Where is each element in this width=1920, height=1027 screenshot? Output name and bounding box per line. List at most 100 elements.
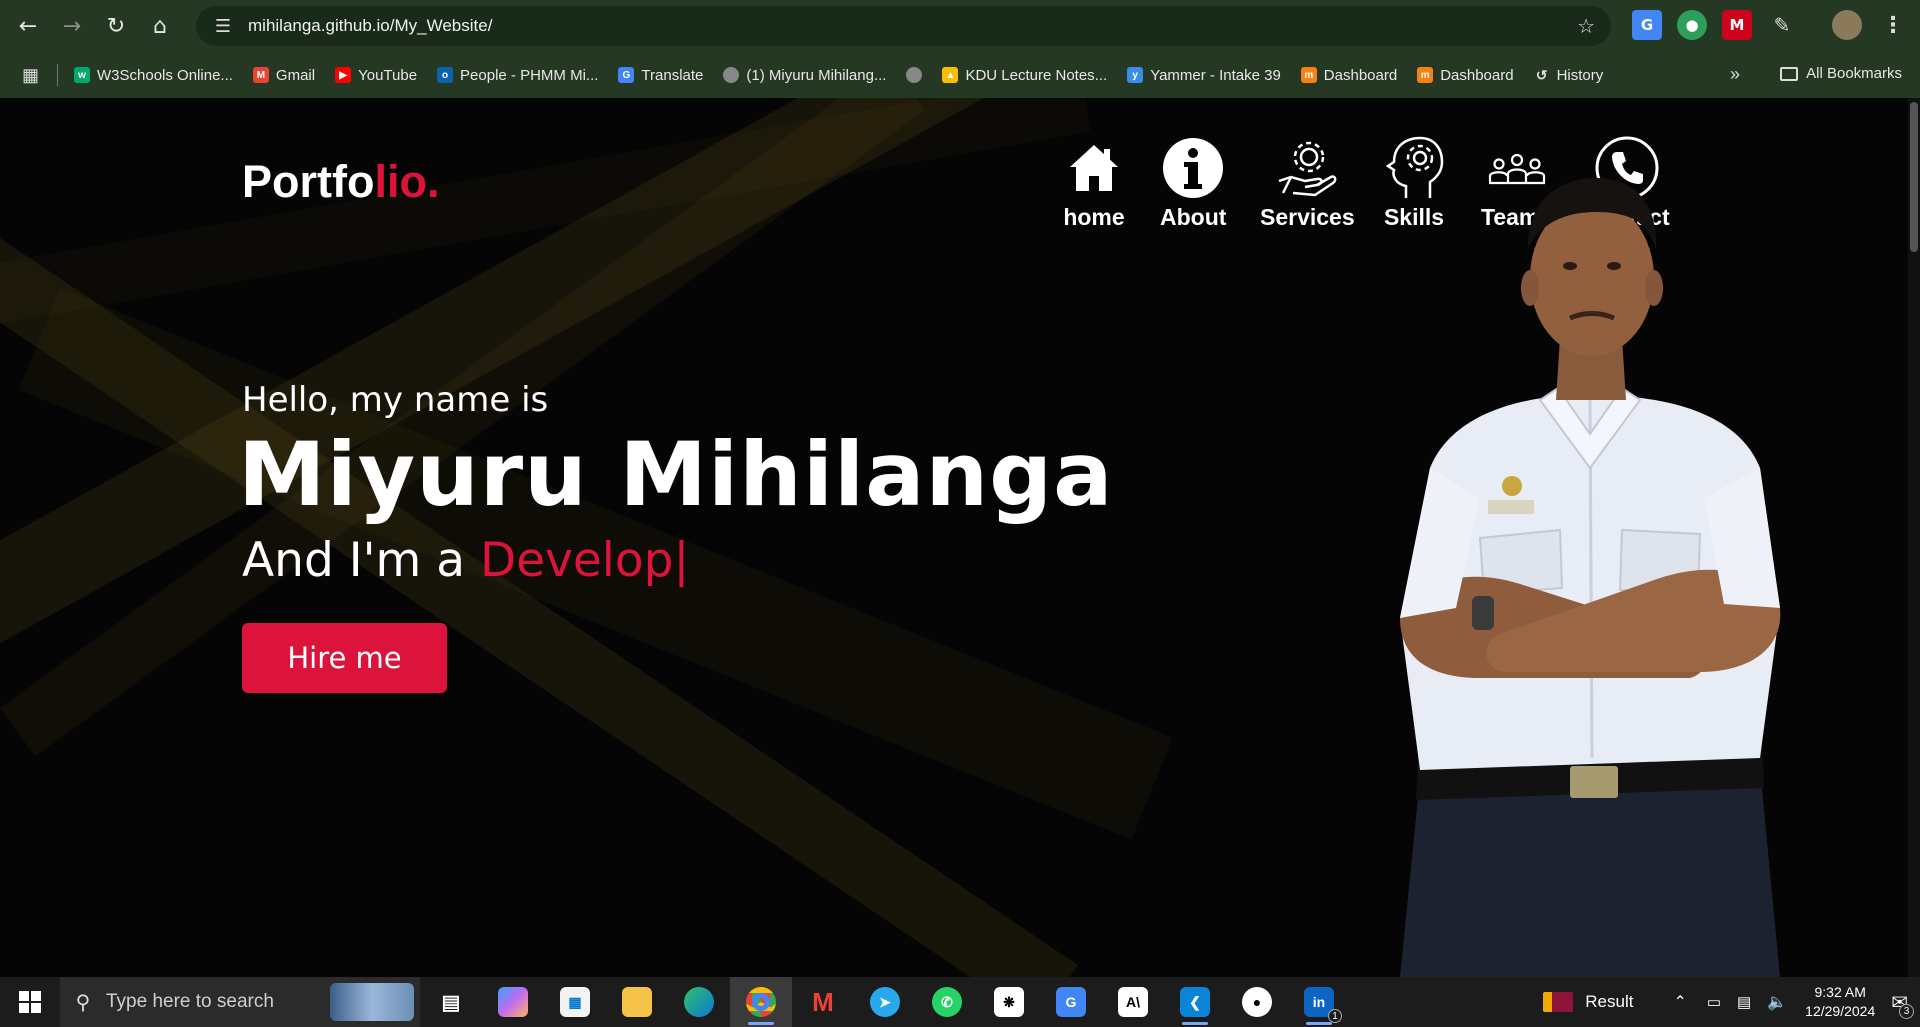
nav-about[interactable]: About (1160, 136, 1226, 231)
home-button[interactable]: ⌂ (138, 4, 182, 48)
info-icon (1161, 136, 1225, 200)
bookmark-label: People - PHMM Mi... (460, 66, 599, 84)
back-button[interactable]: ← (6, 4, 50, 48)
bookmark-gmail[interactable]: M Gmail (252, 66, 316, 84)
more-bookmarks-chevron-icon[interactable]: » (1730, 64, 1740, 85)
notifications-icon[interactable]: ✉ 3 (1891, 990, 1914, 1019)
bookmark-label: Yammer - Intake 39 (1150, 66, 1281, 84)
bookmark-youtube[interactable]: ▶ YouTube (335, 67, 417, 84)
bookmark-kdu[interactable]: ▲ KDU Lecture Notes... (942, 67, 1107, 84)
outlook-icon: o (437, 67, 454, 83)
mendeley-extension-icon[interactable]: M (1722, 10, 1752, 40)
chrome-icon[interactable] (730, 977, 792, 1027)
volume-icon[interactable]: 🔈 (1767, 992, 1787, 1012)
bookmark-history[interactable]: ↺ History (1534, 67, 1604, 84)
network-icon[interactable]: ▤ (1737, 993, 1751, 1011)
start-button[interactable] (0, 977, 60, 1027)
youtube-icon: ▶ (335, 67, 352, 83)
clock-time: 9:32 AM (1814, 984, 1866, 1000)
profile-avatar[interactable] (1832, 10, 1862, 40)
role-typed-text: Develop| (479, 533, 690, 588)
hero-name: Miyuru Mihilanga (238, 423, 1114, 526)
folder-icon (1780, 66, 1799, 81)
taskbar-clock[interactable]: 9:32 AM 12/29/2024 (1805, 983, 1875, 1021)
microsoft-store-icon[interactable]: ▦ (544, 977, 606, 1027)
linkedin-icon[interactable]: in 1 (1288, 977, 1350, 1027)
windows-logo-icon (19, 991, 41, 1013)
google-translate-extension-icon[interactable]: G (1632, 10, 1662, 40)
forward-button[interactable]: → (50, 4, 94, 48)
nav-home[interactable]: home (1062, 136, 1126, 231)
system-tray: Result ⌃ ▭ ▤ 🔈 9:32 AM 12/29/2024 ✉ 3 (1543, 977, 1920, 1027)
chatgpt-icon[interactable]: ❋ (978, 977, 1040, 1027)
drive-icon: ▲ (942, 67, 959, 83)
edge-icon[interactable] (668, 977, 730, 1027)
sri-lanka-flag-icon (1543, 992, 1574, 1012)
bookmark-w3schools[interactable]: w W3Schools Online... (74, 67, 233, 84)
bookmark-star-icon[interactable]: ☆ (1577, 14, 1595, 38)
whatsapp-icon[interactable]: ✆ (916, 977, 978, 1027)
result-widget[interactable]: Result (1543, 992, 1633, 1012)
browser-menu-icon[interactable]: ⋮ (1878, 10, 1908, 40)
site-logo[interactable]: Portfolio. (242, 156, 439, 208)
nav-label: Services (1260, 204, 1355, 230)
telegram-icon[interactable]: ➤ (854, 977, 916, 1027)
reload-button[interactable]: ↻ (94, 4, 138, 48)
all-bookmarks-button[interactable]: All Bookmarks (1780, 65, 1902, 82)
bookmark-label: Gmail (275, 66, 316, 84)
bookmark-miyuru[interactable]: (1) Miyuru Mihilang... (723, 67, 886, 84)
nav-label: About (1160, 204, 1227, 230)
logo-text: Portfo (242, 156, 375, 207)
bookmark-label: Dashboard (1323, 66, 1398, 84)
gmail-icon[interactable]: M (792, 977, 854, 1027)
moodle-icon: m (1300, 67, 1317, 83)
show-hidden-icons-chevron-icon[interactable]: ⌃ (1673, 992, 1686, 1012)
bookmark-label: KDU Lecture Notes... (965, 66, 1108, 84)
bookmark-label: Dashboard (1440, 66, 1514, 84)
clock-date: 12/29/2024 (1805, 1003, 1876, 1019)
history-icon: ↺ (1535, 66, 1548, 83)
bookmark-dashboard[interactable]: m Dashboard (1417, 66, 1514, 84)
hero-greeting: Hello, my name is (242, 380, 549, 420)
apps-grid-icon[interactable]: ▦ (22, 65, 39, 86)
bookmark-translate[interactable]: G Translate (618, 67, 703, 84)
extension-icon[interactable]: ● (1677, 10, 1707, 40)
moodle-icon: m (1417, 67, 1434, 83)
bookmark-label: W3Schools Online... (97, 66, 233, 84)
hire-me-button[interactable]: Hire me (242, 623, 447, 693)
site-info-icon[interactable]: ☰ (206, 16, 240, 37)
logo-accent-text: lio. (374, 156, 440, 207)
page-viewport: Portfolio. home About Services Skills Te… (0, 98, 1920, 977)
bookmark-label: History (1556, 66, 1604, 84)
bookmark-label: YouTube (358, 66, 418, 84)
search-icon: ⚲ (75, 991, 91, 1014)
address-bar[interactable]: ☰ mihilanga.github.io/My_Website/ ☆ (196, 6, 1611, 46)
file-explorer-icon[interactable] (606, 977, 668, 1027)
battery-icon[interactable]: ▭ (1707, 993, 1721, 1011)
anthropic-icon[interactable]: A\ (1102, 977, 1164, 1027)
bookmark-globe[interactable] (906, 67, 923, 83)
service-hand-gear-icon (1275, 136, 1339, 200)
bookmarks-divider (57, 64, 59, 86)
hero-role: And I'm a Develop| (242, 533, 689, 588)
globe-icon (906, 67, 923, 83)
search-placeholder: Type here to search (106, 991, 274, 1012)
vscode-icon[interactable]: ❮ (1164, 977, 1226, 1027)
extensions-puzzle-icon[interactable]: ✎ (1767, 10, 1797, 40)
task-view-icon[interactable]: ▤ (420, 977, 482, 1027)
bookmark-yammer[interactable]: y Yammer - Intake 39 (1127, 67, 1281, 84)
url-text[interactable]: mihilanga.github.io/My_Website/ (248, 16, 492, 36)
bookmark-dashboard[interactable]: m Dashboard (1300, 66, 1398, 84)
page-scrollbar[interactable] (1908, 98, 1920, 977)
nav-services[interactable]: Services (1260, 136, 1355, 231)
github-icon[interactable]: ● (1226, 977, 1288, 1027)
bookmark-label: Translate (641, 66, 704, 84)
scrollbar-thumb[interactable] (1910, 102, 1918, 252)
copilot-icon[interactable] (482, 977, 544, 1027)
taskbar-search-box[interactable]: ⚲ Type here to search (60, 977, 420, 1027)
bookmark-people[interactable]: o People - PHMM Mi... (437, 67, 598, 84)
bookmarks-bar: ▦ w W3Schools Online... M Gmail ▶ YouTube o… (0, 52, 1920, 98)
result-label: Result (1585, 992, 1634, 1011)
translate-app-icon[interactable]: G (1040, 977, 1102, 1027)
browser-chrome: ← → ↻ ⌂ ☰ mihilanga.github.io/My_Website… (0, 0, 1920, 98)
